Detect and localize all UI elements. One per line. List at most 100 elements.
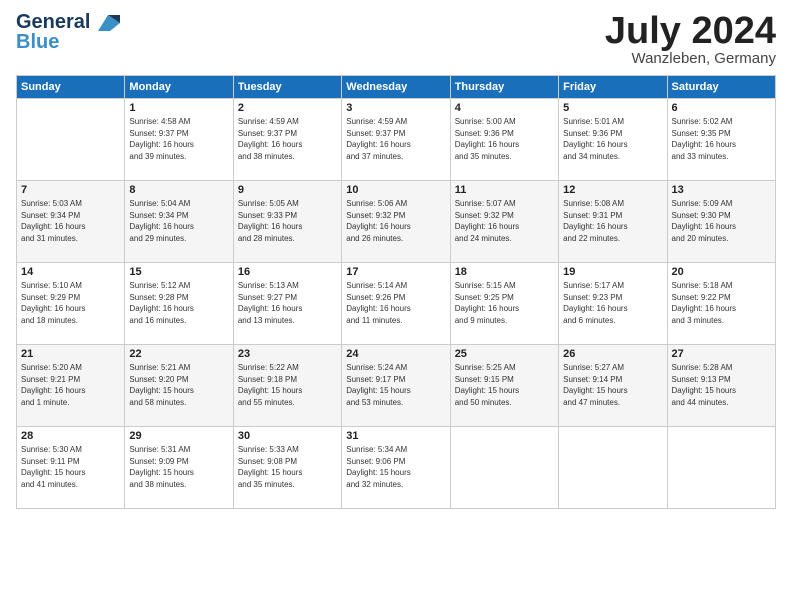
calendar-cell: 22 Sunrise: 5:21 AM Sunset: 9:20 PM Dayli… (125, 345, 233, 427)
header: General Blue July 2024 Wanzleben, German… (16, 12, 776, 67)
calendar-week-row: 7 Sunrise: 5:03 AM Sunset: 9:34 PM Daylig… (17, 181, 776, 263)
day-number: 11 (455, 184, 554, 196)
calendar-cell: 4 Sunrise: 5:00 AM Sunset: 9:36 PM Daylig… (450, 99, 558, 181)
day-number: 10 (346, 184, 445, 196)
calendar-cell: 7 Sunrise: 5:03 AM Sunset: 9:34 PM Daylig… (17, 181, 125, 263)
day-info: Sunrise: 5:06 AM Sunset: 9:32 PM Dayligh… (346, 198, 445, 244)
logo: General Blue (16, 12, 120, 52)
logo-general: General (16, 11, 90, 33)
day-info: Sunrise: 4:58 AM Sunset: 9:37 PM Dayligh… (129, 116, 228, 162)
page-container: General Blue July 2024 Wanzleben, German… (0, 0, 792, 521)
day-number: 18 (455, 266, 554, 278)
day-number: 28 (21, 430, 120, 442)
day-number: 7 (21, 184, 120, 196)
calendar-cell: 23Sunrise: 5:22 AM Sunset: 9:18 PM Dayli… (233, 345, 341, 427)
day-info: Sunrise: 5:00 AM Sunset: 9:36 PM Dayligh… (455, 116, 554, 162)
day-info: Sunrise: 4:59 AM Sunset: 9:37 PM Dayligh… (346, 116, 445, 162)
day-number: 5 (563, 102, 662, 114)
calendar-cell: 1 Sunrise: 4:58 AM Sunset: 9:37 PM Daylig… (125, 99, 233, 181)
calendar-cell: 13Sunrise: 5:09 AM Sunset: 9:30 PM Dayli… (667, 181, 775, 263)
day-number: 13 (672, 184, 771, 196)
day-info: Sunrise: 5:03 AM Sunset: 9:34 PM Dayligh… (21, 198, 120, 244)
day-number: 2 (238, 102, 337, 114)
day-info: Sunrise: 4:59 AM Sunset: 9:37 PM Dayligh… (238, 116, 337, 162)
calendar-cell (667, 427, 775, 509)
calendar-cell: 2 Sunrise: 4:59 AM Sunset: 9:37 PM Daylig… (233, 99, 341, 181)
calendar-cell: 3 Sunrise: 4:59 AM Sunset: 9:37 PM Daylig… (342, 99, 450, 181)
day-number: 20 (672, 266, 771, 278)
calendar-cell: 21 Sunrise: 5:20 AM Sunset: 9:21 PM Dayli… (17, 345, 125, 427)
day-info: Sunrise: 5:31 AM Sunset: 9:09 PM Dayligh… (129, 444, 228, 490)
calendar-cell: 17 Sunrise: 5:14 AM Sunset: 9:26 PM Dayli… (342, 263, 450, 345)
day-number: 1 (129, 102, 228, 114)
day-info: Sunrise: 5:05 AM Sunset: 9:33 PM Dayligh… (238, 198, 337, 244)
calendar-cell: 15 Sunrise: 5:12 AM Sunset: 9:28 PM Dayli… (125, 263, 233, 345)
day-info: Sunrise: 5:08 AM Sunset: 9:31 PM Dayligh… (563, 198, 662, 244)
day-info: Sunrise: 5:04 AM Sunset: 9:34 PM Dayligh… (129, 198, 228, 244)
day-info: Sunrise: 5:17 AM Sunset: 9:23 PM Dayligh… (563, 280, 662, 326)
day-header-friday: Friday (559, 76, 667, 99)
day-info: Sunrise: 5:24 AM Sunset: 9:17 PM Dayligh… (346, 362, 445, 408)
day-info: Sunrise: 5:18 AM Sunset: 9:22 PM Dayligh… (672, 280, 771, 326)
day-info: Sunrise: 5:22 AM Sunset: 9:18 PM Dayligh… (238, 362, 337, 408)
day-number: 19 (563, 266, 662, 278)
calendar-cell: 24 Sunrise: 5:24 AM Sunset: 9:17 PM Dayli… (342, 345, 450, 427)
title-section: July 2024 Wanzleben, Germany (605, 12, 776, 67)
day-header-monday: Monday (125, 76, 233, 99)
day-info: Sunrise: 5:15 AM Sunset: 9:25 PM Dayligh… (455, 280, 554, 326)
location-subtitle: Wanzleben, Germany (605, 50, 776, 67)
day-number: 29 (129, 430, 228, 442)
day-info: Sunrise: 5:33 AM Sunset: 9:08 PM Dayligh… (238, 444, 337, 490)
calendar-cell (559, 427, 667, 509)
calendar-cell: 12 Sunrise: 5:08 AM Sunset: 9:31 PM Dayli… (559, 181, 667, 263)
calendar-cell: 8Sunrise: 5:04 AM Sunset: 9:34 PM Daylig… (125, 181, 233, 263)
day-number: 4 (455, 102, 554, 114)
day-header-saturday: Saturday (667, 76, 775, 99)
logo-icon (98, 15, 120, 31)
calendar-cell: 5 Sunrise: 5:01 AM Sunset: 9:36 PM Daylig… (559, 99, 667, 181)
calendar-cell (450, 427, 558, 509)
day-number: 22 (129, 348, 228, 360)
day-info: Sunrise: 5:13 AM Sunset: 9:27 PM Dayligh… (238, 280, 337, 326)
calendar-cell: 29 Sunrise: 5:31 AM Sunset: 9:09 PM Dayli… (125, 427, 233, 509)
calendar-cell: 18 Sunrise: 5:15 AM Sunset: 9:25 PM Dayli… (450, 263, 558, 345)
calendar-cell (17, 99, 125, 181)
day-number: 6 (672, 102, 771, 114)
day-number: 24 (346, 348, 445, 360)
day-number: 17 (346, 266, 445, 278)
day-info: Sunrise: 5:10 AM Sunset: 9:29 PM Dayligh… (21, 280, 120, 326)
day-info: Sunrise: 5:27 AM Sunset: 9:14 PM Dayligh… (563, 362, 662, 408)
day-number: 3 (346, 102, 445, 114)
day-info: Sunrise: 5:28 AM Sunset: 9:13 PM Dayligh… (672, 362, 771, 408)
day-number: 15 (129, 266, 228, 278)
day-number: 26 (563, 348, 662, 360)
day-info: Sunrise: 5:21 AM Sunset: 9:20 PM Dayligh… (129, 362, 228, 408)
calendar-week-row: 14Sunrise: 5:10 AM Sunset: 9:29 PM Dayli… (17, 263, 776, 345)
day-header-thursday: Thursday (450, 76, 558, 99)
day-number: 21 (21, 348, 120, 360)
calendar-cell: 28Sunrise: 5:30 AM Sunset: 9:11 PM Dayli… (17, 427, 125, 509)
day-info: Sunrise: 5:20 AM Sunset: 9:21 PM Dayligh… (21, 362, 120, 408)
calendar-header-row: SundayMondayTuesdayWednesdayThursdayFrid… (17, 76, 776, 99)
calendar-cell: 14Sunrise: 5:10 AM Sunset: 9:29 PM Dayli… (17, 263, 125, 345)
day-info: Sunrise: 5:12 AM Sunset: 9:28 PM Dayligh… (129, 280, 228, 326)
day-number: 12 (563, 184, 662, 196)
calendar-cell: 10 Sunrise: 5:06 AM Sunset: 9:32 PM Dayli… (342, 181, 450, 263)
day-number: 9 (238, 184, 337, 196)
day-number: 27 (672, 348, 771, 360)
day-info: Sunrise: 5:34 AM Sunset: 9:06 PM Dayligh… (346, 444, 445, 490)
calendar-cell: 11Sunrise: 5:07 AM Sunset: 9:32 PM Dayli… (450, 181, 558, 263)
day-info: Sunrise: 5:25 AM Sunset: 9:15 PM Dayligh… (455, 362, 554, 408)
day-number: 30 (238, 430, 337, 442)
day-number: 16 (238, 266, 337, 278)
day-info: Sunrise: 5:01 AM Sunset: 9:36 PM Dayligh… (563, 116, 662, 162)
day-info: Sunrise: 5:14 AM Sunset: 9:26 PM Dayligh… (346, 280, 445, 326)
calendar-cell: 9 Sunrise: 5:05 AM Sunset: 9:33 PM Daylig… (233, 181, 341, 263)
calendar-cell: 30 Sunrise: 5:33 AM Sunset: 9:08 PM Dayli… (233, 427, 341, 509)
calendar-week-row: 1 Sunrise: 4:58 AM Sunset: 9:37 PM Daylig… (17, 99, 776, 181)
day-header-tuesday: Tuesday (233, 76, 341, 99)
calendar-week-row: 28Sunrise: 5:30 AM Sunset: 9:11 PM Dayli… (17, 427, 776, 509)
day-header-sunday: Sunday (17, 76, 125, 99)
calendar-table: SundayMondayTuesdayWednesdayThursdayFrid… (16, 75, 776, 509)
day-info: Sunrise: 5:02 AM Sunset: 9:35 PM Dayligh… (672, 116, 771, 162)
